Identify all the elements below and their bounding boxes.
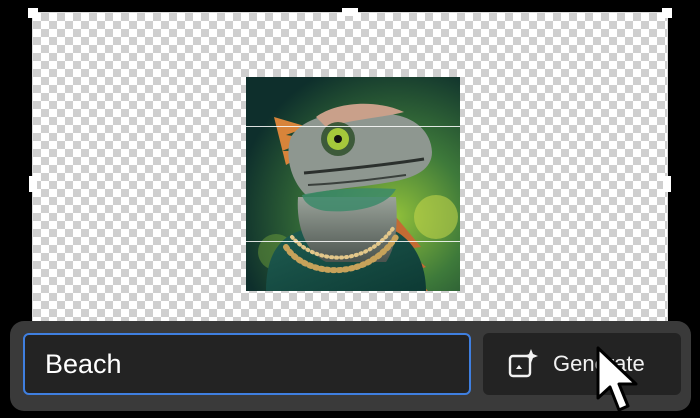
lizard-illustration [246,77,460,291]
lizard-image [246,77,460,291]
guide-line-upper [246,126,460,127]
handle-middle-right[interactable] [663,176,671,192]
guide-line-lower [246,241,460,242]
generate-button[interactable]: Generate [483,333,681,395]
prompt-input[interactable] [23,333,471,395]
handle-middle-left[interactable] [29,176,37,192]
handle-top-right[interactable] [662,8,672,18]
prompt-bar: Generate [10,321,691,411]
mouse-pointer-icon [596,346,638,412]
sparkle-frame-icon [507,348,539,380]
handle-top-left[interactable] [28,8,38,18]
handle-top-center[interactable] [342,8,358,16]
